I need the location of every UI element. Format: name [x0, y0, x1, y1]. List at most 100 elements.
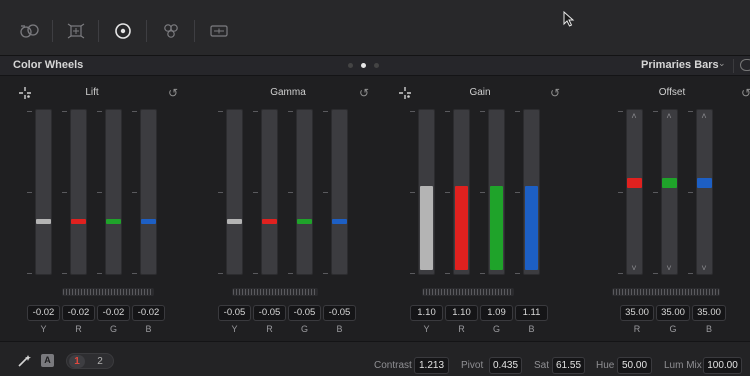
bar-tick — [253, 273, 258, 274]
offset-bar-marker-g[interactable] — [662, 178, 677, 188]
chevron-down-icon[interactable]: ⌄ — [718, 58, 726, 69]
gamma-bar-marker-y[interactable] — [227, 218, 242, 224]
chevron-up-icon[interactable]: ˄ — [696, 111, 712, 121]
lift-label-g: G — [109, 324, 117, 334]
pivot-value[interactable]: 0.435 — [489, 357, 522, 374]
mode-selector[interactable]: Primaries Bars — [641, 59, 719, 71]
bar-tick — [288, 111, 293, 112]
lift-bar-marker-g[interactable] — [106, 218, 121, 224]
rgb-mixer-icon[interactable] — [156, 18, 186, 44]
gamma-value-r[interactable]: -0.05 — [253, 305, 286, 321]
bar-tick — [288, 273, 293, 274]
bar-tick — [27, 192, 32, 193]
lift-bar-track[interactable] — [35, 109, 52, 275]
lift-value-g[interactable]: -0.02 — [97, 305, 130, 321]
bar-tick — [480, 111, 485, 112]
bar-tick — [653, 273, 658, 274]
offset-bar-track[interactable] — [626, 109, 643, 275]
bar-tick — [515, 192, 520, 193]
toolbar — [0, 0, 750, 56]
page-dot[interactable] — [348, 63, 353, 68]
sizing-icon[interactable] — [61, 18, 91, 44]
toolbar-separator — [194, 20, 195, 42]
gamma-value-g[interactable]: -0.05 — [288, 305, 321, 321]
bar-tick — [288, 192, 293, 193]
offset-value-b[interactable]: 35.00 — [692, 305, 726, 321]
bar-tick — [27, 111, 32, 112]
header-separator — [733, 59, 734, 73]
gain-bar-fill-b — [525, 185, 538, 270]
camera-raw-icon[interactable] — [15, 18, 45, 44]
gain-value-y[interactable]: 1.10 — [410, 305, 443, 321]
gain-reset-icon[interactable]: ↺ — [550, 86, 560, 100]
offset-value-g[interactable]: 35.00 — [656, 305, 690, 321]
offset-reset-icon[interactable]: ↺ — [741, 86, 750, 100]
gamma-bar-track[interactable] — [261, 109, 278, 275]
lift-value-b[interactable]: -0.02 — [132, 305, 165, 321]
lift-bar-track[interactable] — [140, 109, 157, 275]
bar-tick — [97, 273, 102, 274]
auto-balance-icon[interactable] — [17, 354, 33, 373]
lift-bar-track[interactable] — [70, 109, 87, 275]
page-dot-active[interactable] — [361, 63, 366, 68]
lift-master-jog-wheel[interactable] — [62, 288, 154, 296]
offset-master-jog-wheel[interactable] — [612, 288, 720, 296]
lum-mix-label: Lum Mix — [664, 360, 702, 371]
offset-bar-track[interactable] — [661, 109, 678, 275]
gain-label-r: R — [458, 324, 465, 334]
options-icon[interactable] — [740, 59, 750, 71]
gamma-bar-marker-g[interactable] — [297, 218, 312, 224]
gain-picker-icon[interactable] — [398, 86, 412, 100]
bar-tick — [132, 192, 137, 193]
toolbar-separator — [146, 20, 147, 42]
offset-value-r[interactable]: 35.00 — [620, 305, 654, 321]
lift-value-y[interactable]: -0.02 — [27, 305, 60, 321]
bar-tick — [323, 273, 328, 274]
chevron-down-icon[interactable]: ˅ — [661, 263, 677, 273]
page-indicator[interactable] — [348, 63, 379, 68]
bar-tick — [62, 111, 67, 112]
offset-bar-marker-r[interactable] — [627, 178, 642, 188]
bar-tick — [653, 111, 658, 112]
lift-picker-icon[interactable] — [18, 86, 32, 100]
gamma-value-y[interactable]: -0.05 — [218, 305, 251, 321]
gamma-bar-marker-b[interactable] — [332, 218, 347, 224]
lum-mix-value[interactable]: 100.00 — [703, 357, 742, 374]
gamma-bar-track[interactable] — [296, 109, 313, 275]
lift-bar-marker-y[interactable] — [36, 218, 51, 224]
hue-value[interactable]: 50.00 — [617, 357, 652, 374]
motion-effects-icon[interactable] — [204, 18, 234, 44]
gain-value-g[interactable]: 1.09 — [480, 305, 513, 321]
gain-value-b[interactable]: 1.11 — [515, 305, 548, 321]
chevron-down-icon[interactable]: ˅ — [696, 263, 712, 273]
gain-master-jog-wheel[interactable] — [422, 288, 514, 296]
page-button-2[interactable]: 2 — [92, 355, 108, 368]
gamma-master-jog-wheel[interactable] — [232, 288, 318, 296]
gamma-bar-track[interactable] — [226, 109, 243, 275]
gamma-label-b: B — [336, 324, 343, 334]
offset-bar-track[interactable] — [696, 109, 713, 275]
gamma-value-b[interactable]: -0.05 — [323, 305, 356, 321]
color-wheels-icon[interactable] — [108, 18, 138, 44]
bar-tick — [618, 192, 623, 193]
gamma-label-y: Y — [231, 324, 238, 334]
auto-badge[interactable]: A — [41, 354, 54, 367]
sat-value[interactable]: 61.55 — [552, 357, 585, 374]
lift-value-r[interactable]: -0.02 — [62, 305, 95, 321]
gain-value-r[interactable]: 1.10 — [445, 305, 478, 321]
gamma-bar-marker-r[interactable] — [262, 218, 277, 224]
chevron-down-icon[interactable]: ˅ — [626, 263, 642, 273]
lift-reset-icon[interactable]: ↺ — [168, 86, 178, 100]
chevron-up-icon[interactable]: ˄ — [661, 111, 677, 121]
page-button-1[interactable]: 1 — [69, 355, 85, 368]
contrast-value[interactable]: 1.213 — [414, 357, 449, 374]
gamma-reset-icon[interactable]: ↺ — [359, 86, 369, 100]
lift-bar-marker-b[interactable] — [141, 218, 156, 224]
lift-bar-marker-r[interactable] — [71, 218, 86, 224]
offset-bar-marker-b[interactable] — [697, 178, 712, 188]
lift-bar-track[interactable] — [105, 109, 122, 275]
lift-label-r: R — [75, 324, 82, 334]
gamma-bar-track[interactable] — [331, 109, 348, 275]
chevron-up-icon[interactable]: ˄ — [626, 111, 642, 121]
page-dot[interactable] — [374, 63, 379, 68]
